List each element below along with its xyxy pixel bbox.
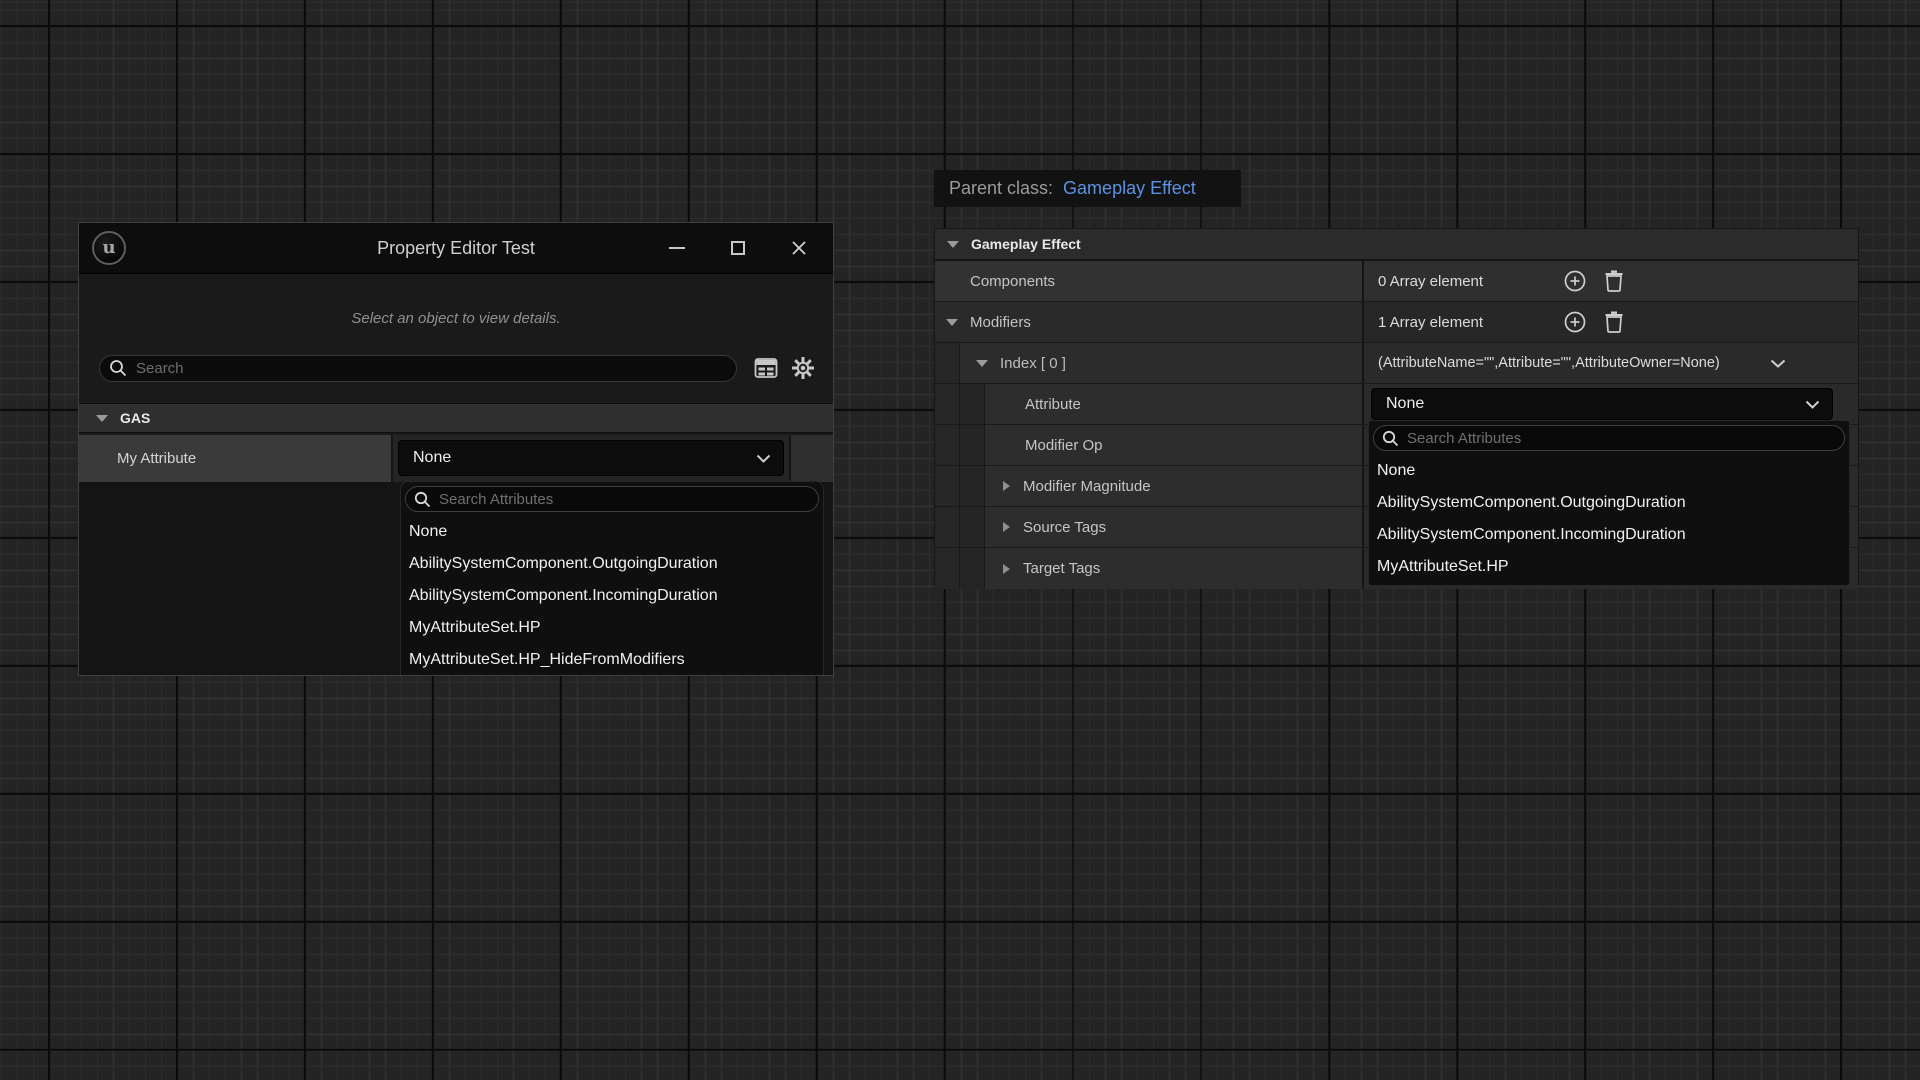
parent-class-label: Parent class: [949,178,1053,199]
attribute-struct-value: (AttributeName="",Attribute="",Attribute… [1364,355,1720,371]
chevron-down-icon [1805,400,1820,409]
attributes-search-field[interactable] [405,486,819,512]
dropdown-item[interactable]: AbilitySystemComponent.IncomingDuration [401,580,823,612]
table-grid-icon [754,357,778,379]
indent-guide [960,384,985,424]
my-attribute-label: My Attribute [117,450,196,467]
row-index-0: Index [ 0 ] (AttributeName="",Attribute=… [935,343,1858,384]
property-editor-window: u Property Editor Test Select an object … [78,222,834,676]
indent-guide [960,548,985,589]
target-tags-label: Target Tags [1023,560,1100,577]
triangle-right-icon[interactable] [1003,564,1010,574]
indent-guide [935,425,960,465]
components-array-count: 0 Array element [1364,273,1563,290]
parent-class-link[interactable]: Gameplay Effect [1063,178,1196,199]
my-attribute-dropdown-menu: None AbilitySystemComponent.OutgoingDura… [400,481,824,676]
dropdown-item[interactable]: None [401,516,823,548]
minimize-button[interactable] [669,247,685,249]
indent-guide [935,466,960,506]
unreal-editor-canvas: { "colors": { "accent_link": "#5b92e5", … [0,0,1920,1080]
dropdown-item[interactable]: None [1369,455,1849,487]
details-hint-text: Select an object to view details. [79,310,833,327]
modifiers-label: Modifiers [970,314,1031,331]
minimize-icon [669,247,685,249]
search-icon [1382,430,1399,447]
attribute-combobox[interactable]: None [1371,388,1833,420]
triangle-down-icon[interactable] [946,319,958,326]
modifier-op-label: Modifier Op [1025,437,1103,454]
search-icon [414,491,431,508]
category-header-gas[interactable]: GAS [79,403,833,433]
details-search-input[interactable] [134,359,736,378]
dropdown-item[interactable]: MyAttributeSet.HP_HideFromModifiers [401,644,823,676]
chevron-down-icon[interactable] [1770,359,1786,368]
dropdown-item[interactable]: AbilitySystemComponent.IncomingDuration [1369,519,1849,551]
modifiers-array-count: 1 Array element [1364,314,1563,331]
indent-guide [935,548,960,589]
index-label: Index [ 0 ] [1000,355,1066,372]
maximize-button[interactable] [731,241,745,255]
triangle-right-icon[interactable] [1003,481,1010,491]
dropdown-item[interactable]: AbilitySystemComponent.OutgoingDuration [401,548,823,580]
source-tags-label: Source Tags [1023,519,1106,536]
indent-guide [935,507,960,547]
indent-guide [935,343,960,383]
close-icon [791,240,807,256]
window-titlebar[interactable]: u Property Editor Test [79,223,833,274]
search-icon [109,359,127,377]
delete-elements-button[interactable] [1603,310,1625,334]
row-my-attribute: My Attribute None [79,435,833,482]
row-end-spacer [789,435,833,482]
triangle-down-icon [96,415,108,422]
dropdown-item[interactable]: MyAttributeSet.HP [401,612,823,644]
my-attribute-combobox[interactable]: None [398,440,784,476]
gear-icon [791,356,815,380]
attributes-search-field[interactable] [1373,425,1845,451]
parent-class-bar: Parent class: Gameplay Effect [934,170,1241,207]
add-element-button[interactable] [1563,269,1587,293]
triangle-down-icon[interactable] [976,360,988,367]
delete-elements-button[interactable] [1603,269,1625,293]
indent-guide [960,466,985,506]
view-options-button[interactable] [754,357,778,379]
category-header-gameplay-effect[interactable]: Gameplay Effect [935,229,1858,261]
dropdown-item[interactable]: MyAttributeSet.HP [1369,551,1849,583]
attribute-label: Attribute [1025,396,1081,413]
modifier-magnitude-label: Modifier Magnitude [1023,478,1151,495]
close-button[interactable] [791,240,807,256]
row-modifiers: Modifiers 1 Array element [935,302,1858,343]
settings-button[interactable] [791,356,815,380]
maximize-icon [731,241,745,255]
indent-guide [935,384,960,424]
indent-guide [960,507,985,547]
triangle-down-icon [947,241,959,248]
components-label: Components [970,273,1055,290]
triangle-right-icon[interactable] [1003,522,1010,532]
attribute-dropdown-menu: None AbilitySystemComponent.OutgoingDura… [1368,420,1850,586]
attributes-search-input[interactable] [437,490,818,509]
chevron-down-icon [756,454,771,463]
indent-guide [960,425,985,465]
attributes-search-input[interactable] [1405,429,1844,448]
add-element-button[interactable] [1563,310,1587,334]
window-body: Select an object to view details. [79,274,833,676]
row-components: Components 0 Array element [935,261,1858,302]
row-attribute: Attribute None [935,384,1858,425]
dropdown-item[interactable]: AbilitySystemComponent.OutgoingDuration [1369,487,1849,519]
details-search-field[interactable] [99,355,737,382]
